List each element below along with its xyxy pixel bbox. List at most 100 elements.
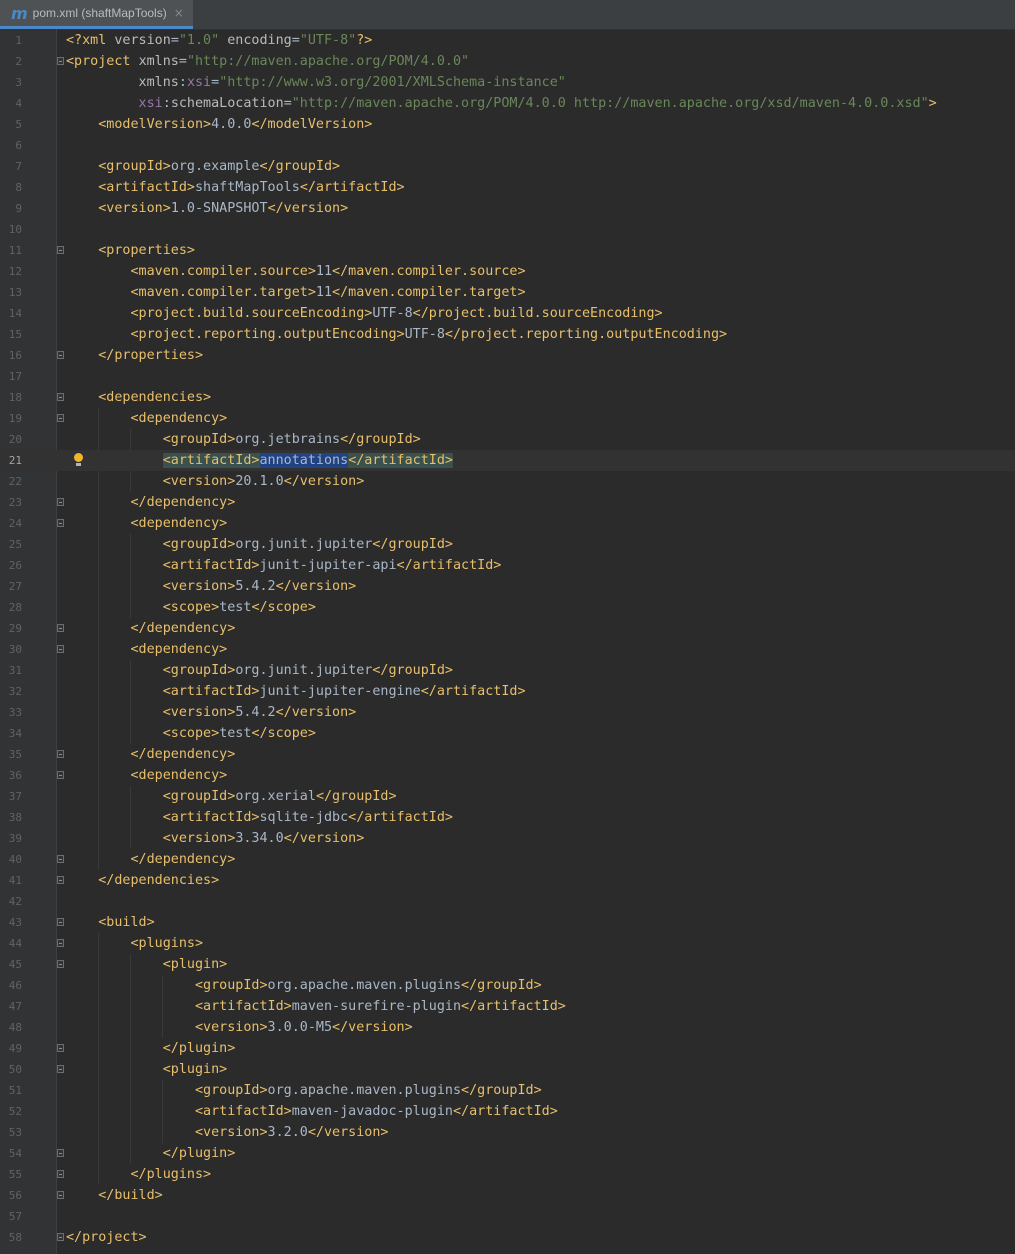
code-line[interactable]: 5 <modelVersion>4.0.0</modelVersion> [0,114,1015,135]
line-number[interactable]: 3 [0,72,22,93]
line-number[interactable]: 42 [0,891,22,912]
line-number[interactable]: 2 [0,51,22,72]
code-line[interactable]: 15 <project.reporting.outputEncoding>UTF… [0,324,1015,345]
line-number[interactable]: 17 [0,366,22,387]
line-number[interactable]: 55 [0,1164,22,1185]
fold-marker-icon[interactable] [57,645,64,653]
code-line[interactable]: 42 [0,891,1015,912]
fold-marker-icon[interactable] [57,498,64,506]
file-tab-pom-xml[interactable]: m pom.xml (shaftMapTools) × [0,0,193,29]
line-number[interactable]: 54 [0,1143,22,1164]
code-line[interactable]: 39 <version>3.34.0</version> [0,828,1015,849]
line-number[interactable]: 45 [0,954,22,975]
code-line[interactable]: 38 <artifactId>sqlite-jdbc</artifactId> [0,807,1015,828]
code-line[interactable]: 49 </plugin> [0,1038,1015,1059]
code-line[interactable]: 40 </dependency> [0,849,1015,870]
line-number[interactable]: 31 [0,660,22,681]
line-number[interactable]: 16 [0,345,22,366]
line-number[interactable]: 44 [0,933,22,954]
line-number[interactable]: 39 [0,828,22,849]
line-number[interactable]: 50 [0,1059,22,1080]
line-number[interactable]: 24 [0,513,22,534]
code-line[interactable]: 19 <dependency> [0,408,1015,429]
line-number[interactable]: 57 [0,1206,22,1227]
code-line[interactable]: 24 <dependency> [0,513,1015,534]
line-number[interactable]: 47 [0,996,22,1017]
code-line[interactable]: 30 <dependency> [0,639,1015,660]
fold-marker-icon[interactable] [57,519,64,527]
line-number[interactable]: 8 [0,177,22,198]
line-number[interactable]: 26 [0,555,22,576]
code-line[interactable]: 9 <version>1.0-SNAPSHOT</version> [0,198,1015,219]
code-line[interactable]: 20 <groupId>org.jetbrains</groupId> [0,429,1015,450]
code-line[interactable]: 41 </dependencies> [0,870,1015,891]
line-number[interactable]: 35 [0,744,22,765]
code-line[interactable]: 43 <build> [0,912,1015,933]
code-line[interactable]: 23 </dependency> [0,492,1015,513]
code-line[interactable]: 58 </project> [0,1227,1015,1248]
fold-marker-icon[interactable] [57,1191,64,1199]
line-number[interactable]: 58 [0,1227,22,1248]
line-number[interactable]: 21 [0,450,22,471]
code-line[interactable]: 7 <groupId>org.example</groupId> [0,156,1015,177]
line-number[interactable]: 9 [0,198,22,219]
code-line[interactable]: 4 xsi:schemaLocation="http://maven.apach… [0,93,1015,114]
code-line[interactable]: 35 </dependency> [0,744,1015,765]
code-line[interactable]: 52 <artifactId>maven-javadoc-plugin</art… [0,1101,1015,1122]
fold-marker-icon[interactable] [57,939,64,947]
fold-marker-icon[interactable] [57,855,64,863]
line-number[interactable]: 11 [0,240,22,261]
fold-marker-icon[interactable] [57,1170,64,1178]
line-number[interactable]: 14 [0,303,22,324]
line-number[interactable]: 7 [0,156,22,177]
line-number[interactable]: 10 [0,219,22,240]
line-number[interactable]: 4 [0,93,22,114]
fold-marker-icon[interactable] [57,414,64,422]
line-number[interactable]: 53 [0,1122,22,1143]
fold-marker-icon[interactable] [57,771,64,779]
code-line[interactable]: 53 <version>3.2.0</version> [0,1122,1015,1143]
code-line[interactable]: 6 [0,135,1015,156]
fold-marker-icon[interactable] [57,393,64,401]
code-line[interactable]: 54 </plugin> [0,1143,1015,1164]
fold-marker-icon[interactable] [57,1149,64,1157]
code-line[interactable]: 51 <groupId>org.apache.maven.plugins</gr… [0,1080,1015,1101]
line-number[interactable]: 38 [0,807,22,828]
code-line[interactable]: 3 xmlns:xsi="http://www.w3.org/2001/XMLS… [0,72,1015,93]
line-number[interactable]: 19 [0,408,22,429]
line-number[interactable]: 6 [0,135,22,156]
code-line[interactable]: 47 <artifactId>maven-surefire-plugin</ar… [0,996,1015,1017]
line-number[interactable]: 56 [0,1185,22,1206]
fold-marker-icon[interactable] [57,1233,64,1241]
line-number[interactable]: 40 [0,849,22,870]
current-code-line[interactable]: 21 <artifactId>annotations</artifactId> [0,450,1015,471]
line-number[interactable]: 36 [0,765,22,786]
line-number[interactable]: 28 [0,597,22,618]
line-number[interactable]: 20 [0,429,22,450]
code-line[interactable]: 33 <version>5.4.2</version> [0,702,1015,723]
line-number[interactable]: 23 [0,492,22,513]
line-number[interactable]: 1 [0,30,22,51]
code-line[interactable]: 16 </properties> [0,345,1015,366]
fold-marker-icon[interactable] [57,876,64,884]
line-number[interactable]: 5 [0,114,22,135]
code-line[interactable]: 10 [0,219,1015,240]
code-line[interactable]: 48 <version>3.0.0-M5</version> [0,1017,1015,1038]
line-number[interactable]: 48 [0,1017,22,1038]
line-number[interactable]: 22 [0,471,22,492]
line-number[interactable]: 30 [0,639,22,660]
line-number[interactable]: 49 [0,1038,22,1059]
code-line[interactable]: 11 <properties> [0,240,1015,261]
fold-marker-icon[interactable] [57,246,64,254]
code-line[interactable]: 55 </plugins> [0,1164,1015,1185]
line-number[interactable]: 27 [0,576,22,597]
line-number[interactable]: 52 [0,1101,22,1122]
fold-marker-icon[interactable] [57,750,64,758]
line-number[interactable]: 43 [0,912,22,933]
line-number[interactable]: 12 [0,261,22,282]
code-line[interactable]: 22 <version>20.1.0</version> [0,471,1015,492]
code-line[interactable]: 57 [0,1206,1015,1227]
fold-marker-icon[interactable] [57,1065,64,1073]
line-number[interactable]: 33 [0,702,22,723]
code-line[interactable]: 1 <?xml version="1.0" encoding="UTF-8"?> [0,30,1015,51]
